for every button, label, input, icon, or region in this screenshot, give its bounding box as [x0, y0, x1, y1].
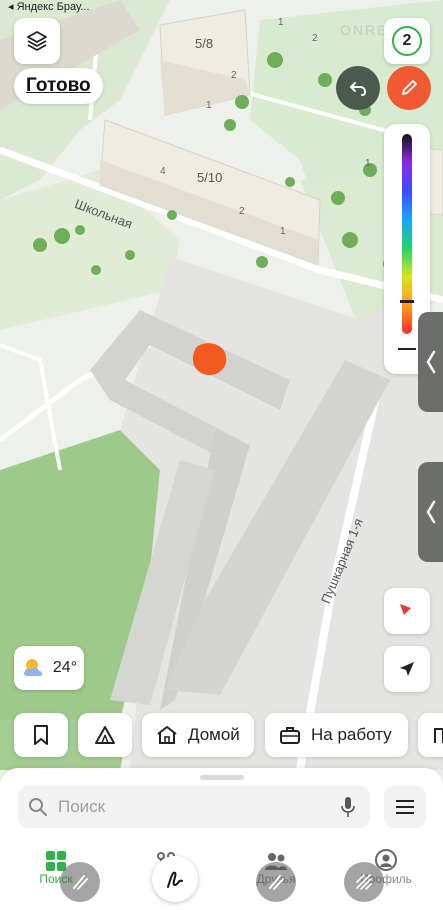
floor-count-label: 2 — [239, 206, 245, 217]
side-panel-toggle[interactable] — [418, 312, 443, 412]
bookmarks-chip[interactable] — [14, 713, 68, 757]
search-icon — [29, 798, 47, 816]
location-arrow-icon — [400, 662, 414, 676]
stroke-width-marker[interactable] — [398, 348, 416, 350]
places-chip[interactable] — [78, 713, 132, 757]
briefcase-icon — [280, 727, 300, 744]
hatch-icon — [356, 874, 372, 890]
building-number-label: 5/10 — [197, 170, 223, 185]
more-chip[interactable] — [418, 713, 443, 757]
undo-button[interactable] — [336, 66, 380, 110]
watermark: ONRE — [340, 22, 389, 38]
scribble-icon — [269, 875, 284, 890]
hamburger-icon — [396, 800, 414, 814]
weather-widget[interactable]: 24° — [14, 646, 84, 690]
floor-count-label: 4 — [160, 166, 166, 177]
bookmark-icon — [34, 725, 48, 745]
microphone-icon[interactable] — [340, 796, 356, 818]
layers-button[interactable] — [14, 18, 60, 64]
menu-button[interactable] — [384, 786, 426, 828]
temperature-label: 24° — [52, 659, 78, 676]
counter-button[interactable]: 2 — [384, 18, 430, 64]
floor-count-label: 1 — [280, 226, 286, 237]
home-icon — [157, 726, 177, 744]
partly-cloudy-icon — [23, 659, 42, 676]
counter-badge: 2 — [392, 26, 422, 56]
home-chip[interactable]: Домой — [142, 713, 254, 757]
building-number-label: 5/8 — [195, 36, 214, 51]
drawn-mark — [192, 343, 227, 376]
work-chip-label: На работу — [311, 725, 392, 744]
sheet-handle[interactable] — [200, 775, 244, 780]
tent-icon — [95, 726, 115, 744]
drawing-tool-left[interactable] — [60, 862, 100, 902]
pen-button[interactable] — [387, 66, 431, 110]
back-to-app-link[interactable]: ◂ Яндекс Брау... — [8, 0, 90, 13]
partial-chip-icon — [434, 728, 443, 743]
undo-icon — [350, 82, 367, 96]
floor-count-label: 1 — [206, 100, 212, 111]
compass-icon — [400, 604, 414, 618]
home-chip-label: Домой — [188, 725, 240, 744]
floor-count-label: 1 — [278, 17, 284, 28]
chevron-left-icon — [426, 350, 435, 374]
chevron-left-icon — [426, 500, 435, 524]
search-placeholder: Поиск — [58, 797, 106, 816]
layers-icon — [27, 31, 47, 51]
done-button[interactable]: Готово — [14, 68, 103, 104]
scribble-icon — [167, 871, 183, 888]
my-location-button[interactable] — [384, 646, 430, 692]
side-panel-toggle[interactable] — [418, 462, 443, 562]
search-input[interactable]: Поиск — [18, 786, 370, 828]
drawing-tool-active[interactable] — [152, 856, 198, 902]
floor-count-label: 2 — [231, 70, 237, 81]
scribble-icon — [73, 875, 88, 890]
drawing-tool-right[interactable] — [256, 862, 296, 902]
pen-icon — [402, 80, 417, 95]
floor-count-label: 2 — [312, 33, 318, 44]
thin-stroke-marker[interactable] — [400, 300, 414, 303]
drawing-tool-hatch[interactable] — [344, 862, 384, 902]
color-slider[interactable] — [402, 134, 412, 334]
compass-button[interactable] — [384, 588, 430, 634]
floor-count-label: 1 — [365, 158, 371, 169]
work-chip[interactable]: На работу — [265, 713, 408, 757]
